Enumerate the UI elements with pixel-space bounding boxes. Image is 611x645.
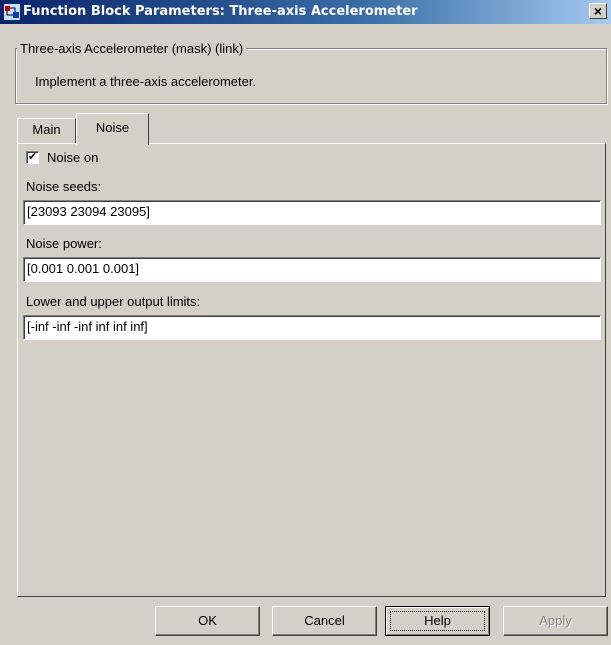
title-bar[interactable]: Function Block Parameters: Three-axis Ac…	[0, 0, 611, 24]
window-title: Function Block Parameters: Three-axis Ac…	[23, 4, 418, 19]
mask-group-title: Three-axis Accelerometer (mask) (link)	[17, 41, 247, 56]
noise-seeds-input[interactable]: [23093 23094 23095]	[23, 200, 601, 225]
noise-power-input[interactable]: [0.001 0.001 0.001]	[23, 257, 601, 282]
apply-button[interactable]: Apply	[503, 606, 608, 636]
ok-button[interactable]: OK	[155, 606, 260, 636]
tab-noise-label: Noise	[95, 120, 130, 135]
checkmark-icon: ✔	[27, 151, 38, 163]
noise-on-label: Noise on	[47, 150, 99, 165]
output-limits-label: Lower and upper output limits:	[26, 294, 201, 309]
help-button[interactable]: Help	[385, 606, 490, 636]
simulink-block-icon	[4, 4, 20, 20]
noise-on-checkbox[interactable]: ✔	[26, 151, 39, 164]
noise-power-label: Noise power:	[26, 236, 102, 251]
close-icon: ×	[593, 3, 603, 19]
tab-main-label: Main	[32, 122, 61, 137]
mask-description: Implement a three-axis accelerometer.	[35, 74, 257, 89]
output-limits-input[interactable]: [-inf -inf -inf inf inf inf]	[23, 315, 601, 340]
cancel-button[interactable]: Cancel	[272, 606, 377, 636]
tab-main[interactable]: Main	[17, 118, 76, 144]
close-button[interactable]: ×	[589, 3, 607, 19]
dialog-window: Function Block Parameters: Three-axis Ac…	[0, 0, 611, 645]
tab-noise[interactable]: Noise	[76, 113, 149, 145]
noise-seeds-label: Noise seeds:	[26, 179, 102, 194]
focus-rectangle	[390, 611, 485, 631]
